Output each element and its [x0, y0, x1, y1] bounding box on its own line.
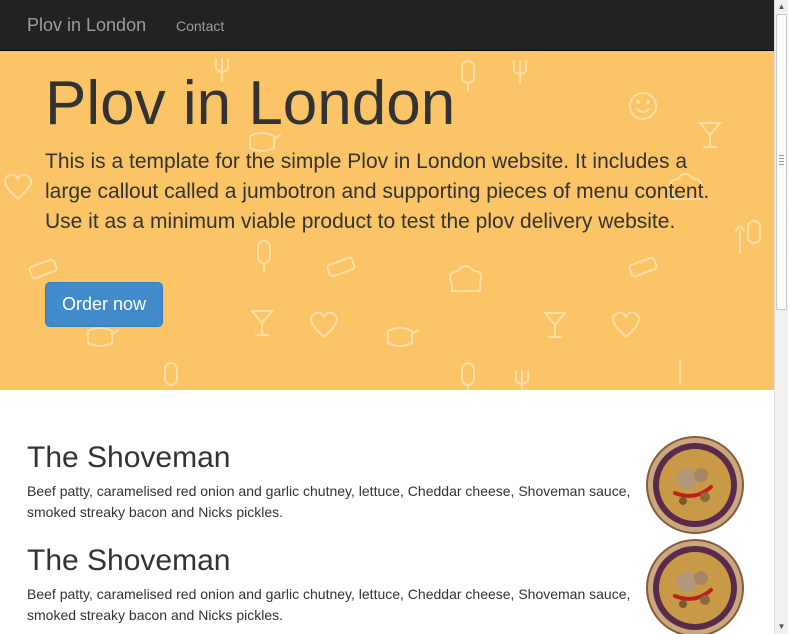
plov-dish-image: [646, 436, 744, 534]
menu-item-title: The Shoveman: [27, 544, 231, 577]
navbar-brand[interactable]: Plov in London: [27, 14, 146, 36]
menu-item-title: The Shoveman: [27, 441, 231, 474]
navbar: Plov in London Contact: [0, 0, 774, 51]
menu-item: The Shoveman Beef patty, caramelised red…: [27, 436, 747, 541]
scroll-down-arrow-icon[interactable]: ▼: [775, 620, 788, 634]
order-now-button[interactable]: Order now: [45, 282, 163, 327]
page-viewport: Plov in London Contact Plov in London Th…: [0, 0, 774, 634]
jumbotron-text: This is a template for the simple Plov i…: [45, 150, 710, 233]
menu-item-description: Beef patty, caramelised red onion and ga…: [27, 586, 631, 623]
scrollbar-thumb[interactable]: [776, 14, 787, 310]
scrollbar-grip-icon: [779, 155, 784, 165]
menu-item-description: Beef patty, caramelised red onion and ga…: [27, 483, 631, 520]
menu-item: The Shoveman Beef patty, caramelised red…: [27, 539, 747, 634]
plov-dish-image: [646, 539, 744, 634]
jumbotron-title: Plov in London: [45, 69, 456, 138]
vertical-scrollbar[interactable]: ▲ ▼: [774, 0, 788, 634]
scroll-up-arrow-icon[interactable]: ▲: [775, 0, 788, 14]
nav-link-contact[interactable]: Contact: [176, 17, 224, 35]
jumbotron: Plov in London This is a template for th…: [0, 51, 774, 390]
